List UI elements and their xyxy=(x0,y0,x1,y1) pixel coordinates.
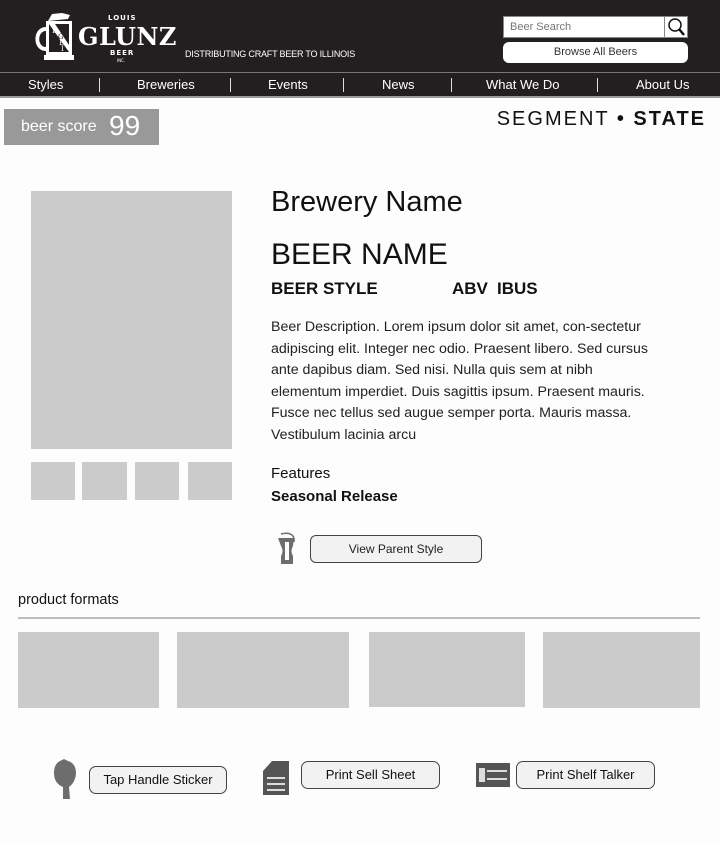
segment-label: SEGMENT xyxy=(496,108,610,130)
shelf-talker-icon xyxy=(476,763,510,787)
nav-news[interactable]: News xyxy=(382,77,415,92)
nav-divider xyxy=(230,78,231,92)
beer-name: BEER NAME xyxy=(271,238,448,271)
document-icon xyxy=(263,761,289,795)
nav-what-we-do[interactable]: What We Do xyxy=(486,77,559,92)
browse-all-beers-button[interactable]: Browse All Beers xyxy=(503,42,688,63)
product-format-item[interactable] xyxy=(177,632,349,708)
beer-stein-icon: L G B I LOUIS GLUNZ BEER INC. xyxy=(35,13,177,63)
beer-main-image[interactable] xyxy=(31,191,232,449)
print-sell-sheet-button[interactable]: Print Sell Sheet xyxy=(301,761,440,789)
features-label: Features xyxy=(271,465,331,482)
beer-thumbnail[interactable] xyxy=(135,462,179,500)
beer-ibus: IBUS xyxy=(497,279,538,298)
nav-about-us[interactable]: About Us xyxy=(636,77,689,92)
beer-score-label: beer score xyxy=(21,118,97,135)
svg-text:I: I xyxy=(61,45,64,53)
site-header: L G B I LOUIS GLUNZ BEER INC. DISTRIBUTI… xyxy=(0,0,720,73)
svg-text:GLUNZ: GLUNZ xyxy=(78,22,177,51)
svg-text:BEER: BEER xyxy=(110,49,134,57)
beer-thumbnail[interactable] xyxy=(82,462,127,500)
search-button[interactable] xyxy=(664,16,688,38)
beer-style: BEER STYLE xyxy=(271,279,378,298)
svg-text:INC.: INC. xyxy=(117,58,125,63)
state-label: STATE xyxy=(633,108,706,130)
product-format-item[interactable] xyxy=(543,632,700,708)
beer-score-value: 99 xyxy=(109,110,141,141)
svg-text:L: L xyxy=(52,27,57,35)
main-nav: Styles Breweries Events News What We Do … xyxy=(0,73,720,98)
nav-divider xyxy=(597,78,598,92)
tagline: DISTRIBUTING CRAFT BEER TO ILLINOIS xyxy=(185,49,356,59)
brewery-name[interactable]: Brewery Name xyxy=(271,186,463,219)
beer-glass-icon xyxy=(275,532,299,566)
beer-description: Beer Description. Lorem ipsum dolor sit … xyxy=(271,319,648,443)
beer-score-badge: beer score 99 xyxy=(4,109,159,145)
beer-thumbnail[interactable] xyxy=(188,462,232,500)
nav-breweries[interactable]: Breweries xyxy=(137,77,195,92)
product-format-item[interactable] xyxy=(369,632,525,707)
louis-glunz-logo[interactable]: L G B I LOUIS GLUNZ BEER INC. xyxy=(28,11,178,66)
features-value: Seasonal Release xyxy=(271,488,398,505)
beer-search-input[interactable] xyxy=(503,16,665,38)
beer-thumbnail[interactable] xyxy=(31,462,75,500)
product-formats-heading: product formats xyxy=(18,592,119,608)
nav-divider xyxy=(99,78,100,92)
tap-handle-icon xyxy=(52,759,78,801)
beer-abv: ABV xyxy=(452,279,488,298)
nav-divider xyxy=(451,78,452,92)
segment-state: SEGMENT • STATE xyxy=(497,108,706,131)
svg-text:LOUIS: LOUIS xyxy=(108,14,137,22)
tap-handle-sticker-button[interactable]: Tap Handle Sticker xyxy=(89,766,227,794)
print-shelf-talker-button[interactable]: Print Shelf Talker xyxy=(516,761,655,789)
product-format-item[interactable] xyxy=(18,632,159,708)
segment-separator: • xyxy=(616,108,626,130)
nav-events[interactable]: Events xyxy=(268,77,308,92)
nav-styles[interactable]: Styles xyxy=(28,77,63,92)
view-parent-style-button[interactable]: View Parent Style xyxy=(310,535,482,563)
divider xyxy=(18,617,700,619)
nav-divider xyxy=(343,78,344,92)
search-icon xyxy=(668,18,685,36)
